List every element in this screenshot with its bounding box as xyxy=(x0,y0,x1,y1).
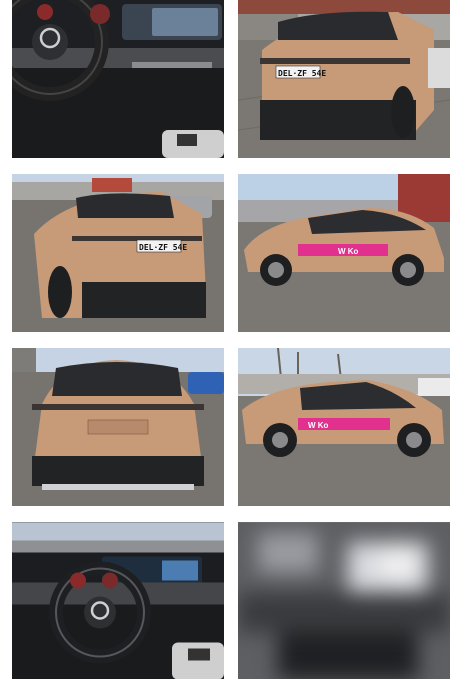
gallery-photo-7-interior[interactable] xyxy=(12,522,224,679)
gallery-photo-2-rear-quarter[interactable]: DEL·ZF 54E xyxy=(238,0,450,158)
rear-quarter-image: DEL·ZF 54E xyxy=(238,0,450,158)
gallery-photo-5-rear-view[interactable] xyxy=(12,348,224,506)
side-view-image-2: W Ko xyxy=(238,348,450,506)
interior-dashboard-image-2 xyxy=(12,522,224,679)
car-decal-text: W Ko xyxy=(308,421,329,430)
side-view-image: W Ko xyxy=(238,174,450,332)
license-plate-text: DEL·ZF 54E xyxy=(139,243,187,252)
gallery-photo-1-interior[interactable] xyxy=(12,0,224,158)
blurred-photo-image xyxy=(238,522,450,679)
car-decal-text: W Ko xyxy=(338,247,359,256)
gallery-photo-6-side-view[interactable]: W Ko xyxy=(238,348,450,506)
gallery-photo-4-side-view[interactable]: W Ko xyxy=(238,174,450,332)
rear-view-image xyxy=(12,348,224,506)
gallery-photo-3-rear-quarter[interactable]: DEL·ZF 54E xyxy=(12,174,224,332)
interior-dashboard-image xyxy=(12,0,224,158)
license-plate-text: DEL·ZF 54E xyxy=(278,69,326,78)
rear-quarter-image-2: DEL·ZF 54E xyxy=(12,174,224,332)
gallery-photo-8-blurred[interactable] xyxy=(238,522,450,679)
